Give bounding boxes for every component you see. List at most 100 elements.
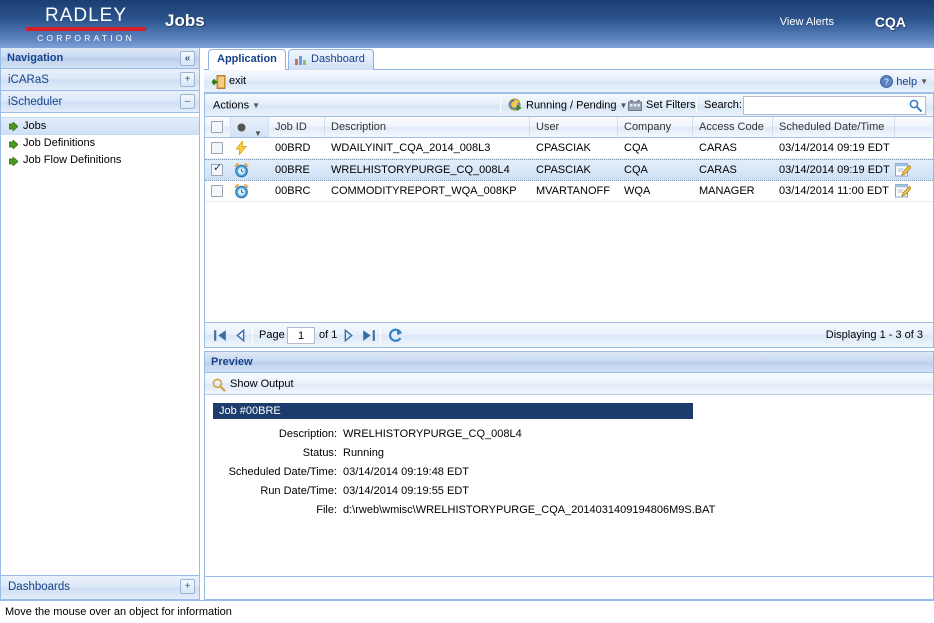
bar-chart-icon	[295, 55, 306, 65]
expand-dashboards-button[interactable]: +	[180, 579, 195, 594]
collapse-nav-button[interactable]: «	[180, 51, 195, 66]
navigation-title: Navigation	[7, 52, 63, 64]
page-last-button[interactable]	[360, 327, 377, 344]
row-checkbox[interactable]	[211, 185, 223, 197]
column-header-company[interactable]: Company	[618, 117, 693, 137]
cell-job-id: 00BRE	[269, 160, 325, 180]
current-user-menu[interactable]: CQA	[875, 14, 906, 30]
detail-label: Status:	[213, 444, 343, 463]
collapse-ischeduler-button[interactable]: –	[180, 94, 195, 109]
select-all-checkbox[interactable]	[211, 121, 223, 133]
view-alerts-link[interactable]: View Alerts	[780, 16, 834, 28]
show-output-label: Show Output	[230, 378, 294, 390]
toolbar-separator	[696, 97, 697, 113]
cell-job-id: 00BRD	[269, 138, 325, 158]
note-edit-icon[interactable]	[895, 163, 911, 177]
sidebar-item-label: Jobs	[23, 120, 46, 132]
cell-company: CQA	[618, 160, 693, 180]
navigation-header: Navigation «	[1, 48, 199, 69]
detail-row-run: Run Date/Time:03/14/2014 09:19:55 EDT	[213, 482, 933, 501]
logo-subtitle: CORPORATION	[26, 33, 146, 43]
page-prev-button[interactable]	[232, 327, 249, 344]
nav-group-icaras[interactable]: iCARaS +	[1, 69, 199, 91]
job-detail-title: Job #00BRE	[213, 403, 693, 419]
search-label: Search:	[704, 97, 742, 114]
detail-value: 03/14/2014 09:19:55 EDT	[343, 485, 469, 497]
cell-access-code: CARAS	[693, 160, 773, 180]
pager-separator	[252, 327, 253, 343]
company-logo[interactable]: RADLEY CORPORATION	[26, 6, 146, 43]
column-header-user[interactable]: User	[530, 117, 618, 137]
jobs-grid-panel: Actions▼ Running / Pending▼	[204, 93, 934, 348]
column-header-access-code[interactable]: Access Code	[693, 117, 773, 137]
grid-header-row: ▼ Job ID Description User Company Access…	[205, 117, 933, 138]
column-header-job-id[interactable]: Job ID	[269, 117, 325, 137]
refresh-button[interactable]	[387, 327, 404, 344]
detail-label: File:	[213, 501, 343, 520]
cell-user: MVARTANOFF	[530, 181, 618, 201]
sidebar-item-job-definitions[interactable]: Job Definitions	[1, 135, 199, 152]
exit-button[interactable]: exit	[209, 73, 246, 90]
chevron-down-icon[interactable]: ▼	[254, 124, 262, 137]
magnifier-icon[interactable]	[909, 99, 922, 112]
nav-group-ischeduler[interactable]: iScheduler –	[1, 91, 199, 113]
cell-scheduled: 03/14/2014 09:19 EDT	[773, 138, 895, 158]
sidebar-item-job-flow-definitions[interactable]: Job Flow Definitions	[1, 152, 199, 169]
column-header-select-all[interactable]	[205, 117, 231, 137]
table-row[interactable]: 00BRD WDAILYINIT_CQA_2014_008L3 CPASCIAK…	[205, 138, 933, 159]
app-header: RADLEY CORPORATION Jobs View Alerts CQA	[0, 0, 934, 48]
show-output-button[interactable]: Show Output	[211, 376, 294, 393]
cell-access-code: MANAGER	[693, 181, 773, 201]
detail-value: 03/14/2014 09:19:48 EDT	[343, 466, 469, 478]
page-first-button[interactable]	[212, 327, 229, 344]
column-header-description[interactable]: Description	[325, 117, 530, 137]
pager-separator	[380, 327, 381, 343]
table-row[interactable]: 00BRE WRELHISTORYPURGE_CQ_008L4 CPASCIAK…	[205, 159, 933, 181]
detail-label: Description:	[213, 425, 343, 444]
help-button[interactable]: ? help▼	[880, 74, 928, 90]
application-toolbar: exit ? help▼	[204, 70, 934, 93]
cell-access-code: CARAS	[693, 138, 773, 158]
filter-icon	[628, 99, 642, 113]
page-next-button[interactable]	[340, 327, 357, 344]
note-edit-icon[interactable]	[895, 184, 911, 198]
arrow-right-icon	[9, 157, 18, 166]
tab-application[interactable]: Application	[208, 49, 286, 71]
detail-row-file: File:d:\rweb\wmisc\WRELHISTORYPURGE_CQA_…	[213, 501, 933, 520]
column-header-status[interactable]: ▼	[231, 117, 269, 137]
detail-value: d:\rweb\wmisc\WRELHISTORYPURGE_CQA_20140…	[343, 504, 715, 516]
sidebar-item-jobs[interactable]: Jobs	[1, 117, 199, 135]
detail-value: WRELHISTORYPURGE_CQ_008L4	[343, 428, 522, 440]
tab-dashboard[interactable]: Dashboard	[288, 49, 374, 70]
tab-label: Application	[217, 53, 277, 65]
page-number-input[interactable]	[287, 327, 315, 344]
grid-pager: Page of 1 Displaying 1 - 3 of 3	[205, 322, 933, 347]
row-checkbox[interactable]	[211, 142, 223, 154]
set-filters-button[interactable]: Set Filters	[628, 97, 696, 114]
column-header-scheduled[interactable]: Scheduled Date/Time	[773, 117, 895, 137]
main-content: Application Dashboard exit ?	[204, 48, 934, 600]
logo-red-rule	[26, 27, 146, 31]
cell-description: WDAILYINIT_CQA_2014_008L3	[325, 138, 530, 158]
running-pending-filter-button[interactable]: Running / Pending▼	[508, 97, 627, 114]
nav-group-label: iCARaS	[8, 74, 49, 86]
cell-user: CPASCIAK	[530, 138, 618, 158]
search-input[interactable]	[744, 97, 904, 114]
search-box[interactable]	[743, 96, 926, 115]
actions-menu-button[interactable]: Actions▼	[213, 97, 260, 114]
svg-text:?: ?	[885, 78, 890, 87]
help-label: help	[896, 76, 917, 88]
expand-icaras-button[interactable]: +	[180, 72, 195, 87]
table-row[interactable]: 00BRC COMMODITYREPORT_WQA_008KP MVARTANO…	[205, 181, 933, 202]
arrow-right-icon	[9, 140, 18, 149]
cell-scheduled: 03/14/2014 11:00 EDT	[773, 181, 895, 201]
cell-description: WRELHISTORYPURGE_CQ_008L4	[325, 160, 530, 180]
cell-company: CQA	[618, 138, 693, 158]
running-pending-label: Running / Pending	[526, 99, 617, 111]
chevron-down-icon: ▼	[920, 74, 928, 90]
help-circle-icon: ?	[880, 75, 893, 88]
dashboards-accordion[interactable]: Dashboards +	[0, 576, 200, 600]
column-header-note[interactable]	[895, 117, 933, 137]
row-checkbox[interactable]	[211, 164, 223, 176]
preview-panel: Preview Show Output Job #00BRE Descripti…	[204, 351, 934, 600]
